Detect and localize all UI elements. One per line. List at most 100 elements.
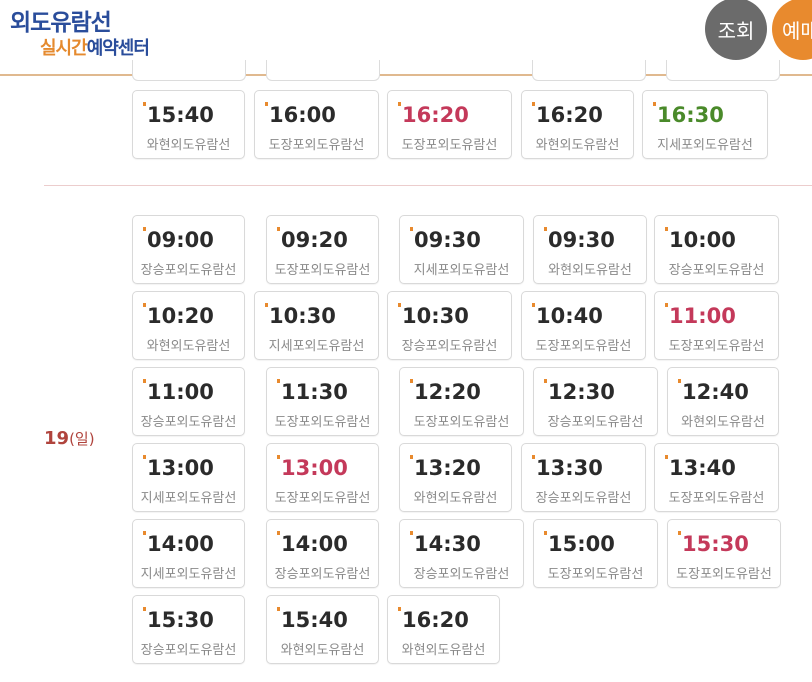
schedule-slot-card[interactable]: 15:30 장승포외도유람선 (132, 595, 245, 664)
schedule-slot-card[interactable]: 11:30 도장포외도유람선 (266, 367, 379, 436)
schedule-slot-card[interactable]: 09:00 장승포외도유람선 (132, 215, 245, 284)
schedule-slot-card[interactable]: 16:30 지세포외도유람선 (642, 90, 768, 159)
slot-route: 지세포외도유람선 (657, 138, 753, 153)
slot-route: 와현외도유람선 (535, 138, 620, 153)
slot-marker-icon (143, 531, 146, 535)
schedule-slot-card[interactable]: 12:20 도장포외도유람선 (399, 367, 524, 436)
schedule-slot-card[interactable]: 10:40 도장포외도유람선 (521, 291, 646, 360)
schedule-slot-card[interactable]: 09:30 와현외도유람선 (533, 215, 647, 284)
schedule-slot-card[interactable]: 15:40 와현외도유람선 (132, 90, 245, 159)
slot-route: 와현외도유람선 (401, 643, 486, 658)
slot-marker-icon (143, 227, 146, 231)
slot-route: 와현외도유람선 (413, 491, 498, 506)
slot-time: 09:20 (281, 228, 348, 252)
schedule-slot-card[interactable]: 10:00 장승포외도유람선 (654, 215, 779, 284)
slot-time: 11:00 (147, 380, 214, 404)
slot-time: 11:00 (669, 304, 736, 328)
day-separator (44, 185, 812, 186)
schedule-slot-card[interactable]: 09:30 지세포외도유람선 (399, 215, 524, 284)
slot-marker-icon (665, 455, 668, 459)
slot-route: 도장포외도유람선 (268, 138, 365, 153)
schedule-slot-card[interactable]: 13:00 지세포외도유람선 (132, 443, 245, 512)
slot-marker-icon (532, 455, 535, 459)
slot-marker-icon (143, 379, 146, 383)
slot-time: 14:00 (147, 532, 214, 556)
slot-time: 16:20 (536, 103, 603, 127)
weekday: (일) (69, 430, 95, 448)
slot-time: 10:00 (669, 228, 736, 252)
schedule-slot-card[interactable]: 14:30 장승포외도유람선 (399, 519, 524, 588)
slot-time: 09:30 (548, 228, 615, 252)
partial-card[interactable] (132, 60, 246, 81)
schedule-slot-card[interactable]: 09:20 도장포외도유람선 (266, 215, 379, 284)
slot-marker-icon (532, 303, 535, 307)
slot-time: 09:00 (147, 228, 214, 252)
schedule-slot-card[interactable]: 16:20 와현외도유람선 (387, 595, 500, 664)
slot-marker-icon (678, 379, 681, 383)
slot-route: 와현외도유람선 (146, 339, 231, 354)
slot-route: 장승포외도유람선 (274, 567, 371, 582)
schedule-slot-card[interactable]: 14:00 장승포외도유람선 (266, 519, 379, 588)
schedule-slot-card[interactable]: 15:00 도장포외도유람선 (533, 519, 658, 588)
date-label-19: 19(일) (44, 428, 95, 449)
slot-route: 장승포외도유람선 (413, 567, 510, 582)
slot-marker-icon (277, 455, 280, 459)
slot-time: 13:40 (669, 456, 736, 480)
logo-title[interactable]: 외도유람선 (10, 3, 112, 37)
schedule-slot-card[interactable]: 15:30 도장포외도유람선 (667, 519, 781, 588)
slot-route: 도장포외도유람선 (676, 567, 772, 582)
schedule-slot-card[interactable]: 10:20 와현외도유람선 (132, 291, 245, 360)
schedule-slot-card[interactable]: 10:30 지세포외도유람선 (254, 291, 379, 360)
schedule-slot-card[interactable]: 13:00 도장포외도유람선 (266, 443, 379, 512)
slot-marker-icon (410, 531, 413, 535)
slot-time: 16:20 (402, 608, 469, 632)
slot-marker-icon (398, 303, 401, 307)
slot-time: 14:00 (281, 532, 348, 556)
slot-route: 지세포외도유람선 (140, 567, 237, 582)
slot-route: 장승포외도유람선 (140, 263, 237, 278)
partial-card[interactable] (666, 60, 780, 81)
schedule-slot-card[interactable]: 15:40 와현외도유람선 (266, 595, 379, 664)
slot-route: 지세포외도유람선 (413, 263, 510, 278)
schedule-slot-card[interactable]: 16:20 와현외도유람선 (521, 90, 634, 159)
slot-marker-icon (544, 227, 547, 231)
schedule-slot-card[interactable]: 11:00 도장포외도유람선 (654, 291, 779, 360)
schedule-slot-card[interactable]: 13:30 장승포외도유람선 (521, 443, 646, 512)
slot-time: 12:30 (548, 380, 615, 404)
schedule-slot-card[interactable]: 12:40 와현외도유람선 (667, 367, 779, 436)
slot-time: 15:00 (548, 532, 615, 556)
slot-time: 13:00 (281, 456, 348, 480)
slot-route: 도장포외도유람선 (274, 263, 371, 278)
schedule-slot-card[interactable]: 13:20 와현외도유람선 (399, 443, 512, 512)
slot-time: 10:20 (147, 304, 214, 328)
slot-time: 10:30 (402, 304, 469, 328)
lookup-button[interactable]: 조회 (705, 0, 767, 60)
slot-route: 지세포외도유람선 (268, 339, 365, 354)
slot-marker-icon (410, 455, 413, 459)
slot-route: 와현외도유람선 (280, 643, 365, 658)
slot-marker-icon (532, 102, 535, 106)
schedule-slot-card[interactable]: 16:20 도장포외도유람선 (387, 90, 512, 159)
schedule-slot-card[interactable]: 16:00 도장포외도유람선 (254, 90, 379, 159)
slot-time: 15:40 (281, 608, 348, 632)
slot-time: 09:30 (414, 228, 481, 252)
slot-marker-icon (653, 102, 656, 106)
slot-time: 12:20 (414, 380, 481, 404)
schedule-slot-card[interactable]: 10:30 장승포외도유람선 (387, 291, 512, 360)
schedule-slot-card[interactable]: 13:40 도장포외도유람선 (654, 443, 779, 512)
schedule-slot-card[interactable]: 14:00 지세포외도유람선 (132, 519, 245, 588)
slot-time: 16:30 (657, 103, 724, 127)
schedule-slot-card[interactable]: 11:00 장승포외도유람선 (132, 367, 245, 436)
day-number: 19 (44, 428, 70, 449)
partial-card[interactable] (532, 60, 646, 81)
slot-route: 도장포외도유람선 (668, 491, 765, 506)
slot-route: 장승포외도유람선 (547, 415, 644, 430)
schedule-slot-card[interactable]: 12:30 장승포외도유람선 (533, 367, 658, 436)
slot-route: 도장포외도유람선 (547, 567, 644, 582)
reserve-button[interactable]: 예매 (772, 0, 812, 60)
slot-marker-icon (143, 102, 146, 106)
slot-marker-icon (398, 607, 401, 611)
slot-route: 도장포외도유람선 (274, 415, 371, 430)
logo-sub-realtime: 실시간 (40, 38, 88, 59)
partial-card[interactable] (266, 60, 380, 81)
